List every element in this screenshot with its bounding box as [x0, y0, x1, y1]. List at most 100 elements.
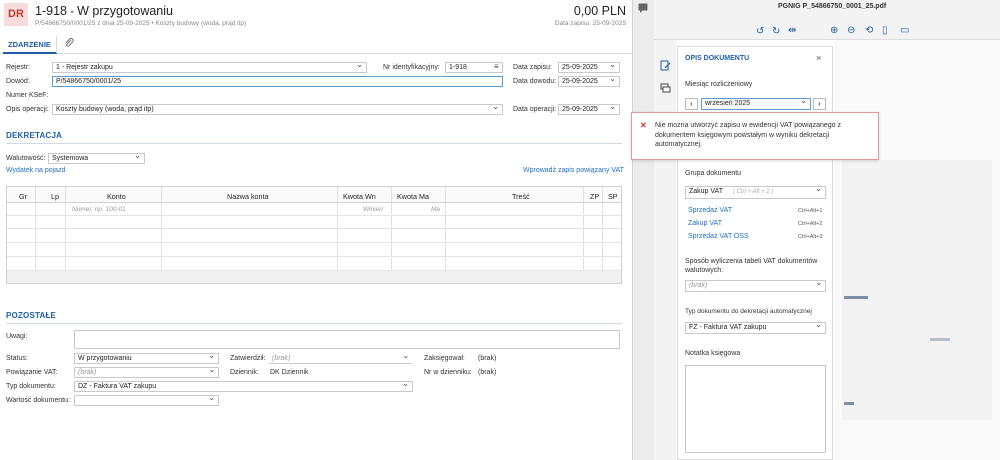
table-row[interactable]: Numer, np. 100-01 Winien Ma: [7, 203, 621, 216]
calc-label: Sposób wyliczenia tabeli VAT dokumentów …: [685, 258, 818, 274]
currency-select[interactable]: Systemowa: [48, 153, 145, 164]
group-option-oss[interactable]: Sprzedaż VAT OSS: [688, 233, 749, 240]
fit-width-icon[interactable]: ▭: [900, 25, 909, 36]
month-next-button[interactable]: ›: [813, 98, 826, 110]
calc-select[interactable]: (brak): [685, 280, 826, 292]
fit-height-icon[interactable]: ▯: [882, 25, 888, 36]
month-prev-button[interactable]: ‹: [685, 98, 698, 110]
subtitle: P/54866750/0001/25 z dnia 25-09-2025 • K…: [35, 20, 247, 27]
zoom-in-icon[interactable]: ⊕: [830, 25, 838, 36]
proof-date-input[interactable]: 25-09-2025: [558, 76, 620, 87]
doc-type-label: Typ dokumentu:: [6, 383, 56, 390]
currency-label: Walutowość:: [6, 155, 46, 162]
shortcut-3: Ctrl+Alt+3: [798, 234, 823, 240]
autotype-select[interactable]: FZ - Faktura VAT zakupu: [685, 322, 826, 334]
refresh-icon[interactable]: ⟲: [865, 25, 873, 36]
note-label: Notatka księgowa: [685, 350, 741, 357]
status-label: Status:: [6, 355, 28, 362]
error-message: Nie można utworzyć zapisu w ewidencji VA…: [655, 122, 841, 148]
wn-input[interactable]: Winien: [363, 206, 383, 213]
group-option-zakup[interactable]: Zakup VAT: [688, 220, 722, 227]
comment-icon[interactable]: [637, 2, 649, 14]
dekretacja-heading: DEKRETACJA: [6, 131, 63, 140]
op-desc-select[interactable]: Koszty budowy (woda, prąd itp): [52, 104, 503, 115]
proof-label: Dowód:: [6, 78, 30, 85]
chat-icon[interactable]: [660, 83, 671, 94]
col-konto: Konto: [107, 192, 126, 201]
notes-label: Uwagi:: [6, 333, 28, 340]
notes-input[interactable]: [74, 330, 620, 349]
group-hint: ( Ctrl + Alt + 2 ): [732, 189, 774, 195]
close-icon[interactable]: ×: [816, 53, 821, 63]
table-header-row: Gr Lp Konto Nazwa konta Kwota Wn Kwota M…: [7, 187, 621, 203]
opis-title: OPIS DOKUMENTU: [685, 55, 750, 62]
col-zp: ZP: [590, 192, 600, 201]
op-desc-label: Opis operacji:: [6, 106, 49, 113]
flip-icon[interactable]: ⇹: [788, 25, 796, 36]
table-row: [7, 216, 621, 229]
vat-link-select[interactable]: (brak): [74, 367, 219, 378]
group-value: Zakup VAT: [689, 188, 723, 195]
tab-event[interactable]: ZDARZENIE: [8, 40, 51, 49]
rotate-left-icon[interactable]: ↺: [756, 26, 764, 37]
entry-date-input[interactable]: 25-09-2025: [558, 62, 620, 73]
table-footer: [7, 271, 621, 283]
panel-divider: [632, 0, 654, 460]
journal-nr-value: (brak): [478, 369, 497, 376]
col-sp: SP: [608, 192, 618, 201]
col-kwota-wn: Kwota Wn: [343, 192, 376, 201]
paperclip-icon[interactable]: [63, 37, 75, 49]
dekretacja-table: Gr Lp Konto Nazwa konta Kwota Wn Kwota M…: [6, 186, 622, 284]
booked-value: (brak): [478, 355, 497, 362]
shortcut-1: Ctrl+Alt+1: [798, 208, 823, 214]
title-separator: •: [70, 7, 74, 17]
related-vat-link[interactable]: Wprowadź zapis powiązany VAT: [523, 167, 624, 174]
journal-value: DK Dziennik: [270, 369, 309, 376]
col-lp: Lp: [51, 192, 59, 201]
journal-label: Dziennik:: [230, 369, 259, 376]
autotype-label: Typ dokumentu do dekretacji automatyczne…: [685, 308, 812, 315]
error-icon: ✕: [640, 121, 647, 130]
zoom-out-icon[interactable]: ⊖: [847, 25, 855, 36]
proof-date-label: Data dowodu:: [513, 78, 557, 85]
idnum-menu-icon[interactable]: ≡: [494, 62, 499, 71]
doc-type-select[interactable]: DZ - Faktura VAT zakupu: [74, 381, 413, 392]
group-label: Grupa dokumentu: [685, 170, 742, 177]
status-title: W przygotowaniu: [77, 4, 173, 18]
group-select[interactable]: Zakup VAT ( Ctrl + Alt + 2 ): [685, 186, 826, 199]
ma-input[interactable]: Ma: [431, 206, 440, 213]
op-date-input[interactable]: 25-09-2025: [558, 104, 620, 115]
note-textarea[interactable]: [685, 365, 826, 453]
shortcut-2: Ctrl+Alt+2: [798, 221, 823, 227]
header: DR 1-918 • W przygotowaniu P/54866750/00…: [0, 0, 632, 34]
page-title: 1-918 • W przygotowaniu: [35, 4, 173, 18]
journal-nr-label: Nr w dzienniku:: [424, 369, 472, 376]
register-label: Rejestr:: [6, 64, 31, 71]
approver-label: Zatwierdził:: [230, 355, 266, 362]
vehicle-expense-link[interactable]: Wydatek na pojazd: [6, 167, 65, 174]
month-select[interactable]: wrzesień 2025: [701, 98, 811, 110]
table-row: [7, 257, 621, 271]
idnum-label: Nr identyfikacyjny:: [383, 64, 440, 71]
month-label: Miesiąc rozliczeniowy: [685, 81, 753, 88]
konto-input[interactable]: Numer, np. 100-01: [72, 206, 126, 213]
approver-select[interactable]: (brak): [268, 353, 413, 364]
entry-date-label: Data zapisu:: [513, 64, 552, 71]
pozostale-heading: POZOSTAŁE: [6, 311, 57, 320]
edit-doc-icon[interactable]: [660, 60, 671, 71]
proof-input[interactable]: P/54866750/0001/25: [52, 76, 503, 87]
table-row: [7, 243, 621, 257]
tab-bar: ZDARZENIE: [0, 35, 632, 54]
pdf-filename: PGNIG P_54866750_0001_25.pdf: [778, 3, 887, 10]
ksef-label: Numer KSeF:: [6, 92, 49, 99]
doc-badge: DR: [4, 3, 28, 26]
table-row: [7, 229, 621, 243]
group-option-sprzedaz[interactable]: Sprzedaż VAT: [688, 207, 732, 214]
rotate-right-icon[interactable]: ↻: [772, 26, 780, 37]
booked-label: Zaksięgował:: [424, 355, 465, 362]
pdf-page: [834, 40, 1000, 460]
doc-value-select[interactable]: [74, 395, 219, 406]
status-select[interactable]: W przygotowaniu: [74, 353, 219, 364]
opis-panel: OPIS DOKUMENTU × Miesiąc rozliczeniowy ‹…: [677, 46, 833, 460]
register-select[interactable]: 1 - Rejestr zakupu: [52, 62, 367, 73]
